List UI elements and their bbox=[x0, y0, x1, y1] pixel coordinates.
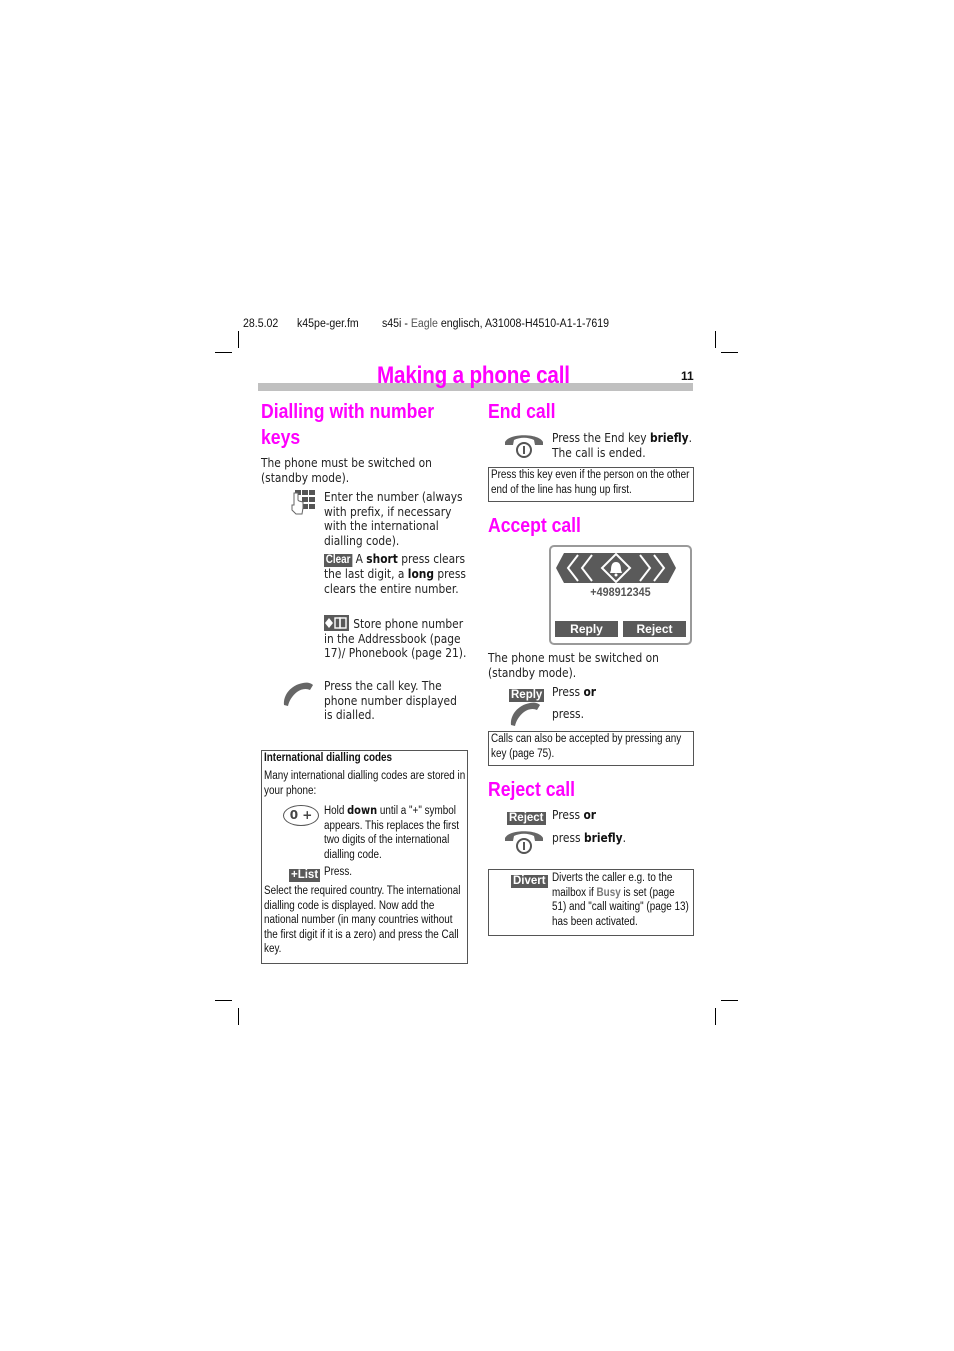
page-title: Making a phone call bbox=[377, 362, 570, 389]
list-softkey[interactable]: +List bbox=[289, 865, 321, 883]
crop-mark bbox=[715, 1008, 716, 1025]
dialling-intro: The phone must be switched on (standby m… bbox=[261, 455, 432, 485]
crop-mark bbox=[238, 331, 239, 348]
dialling-heading-line2: keys bbox=[261, 427, 301, 449]
intl-box-title: International dialling codes bbox=[264, 752, 393, 764]
accept-press-or: Press or bbox=[552, 684, 597, 700]
clear-text-long: long bbox=[407, 566, 434, 581]
end-key-icon bbox=[504, 430, 544, 460]
reject-briefly-text: briefly bbox=[583, 830, 623, 845]
clear-text-short: short bbox=[366, 551, 398, 566]
intl-hold-pre: Hold bbox=[324, 805, 348, 817]
reject-press-text: Press bbox=[552, 807, 584, 822]
step-store-number: Store phone number in the Addressbook (p… bbox=[324, 616, 467, 661]
crop-mark bbox=[721, 1000, 738, 1001]
accept-press-text: Press bbox=[552, 684, 584, 699]
crop-mark bbox=[721, 352, 738, 353]
crop-mark bbox=[215, 1000, 232, 1001]
end-call-text-bold: briefly bbox=[649, 430, 689, 445]
step-clear: Clear A short press clears the last digi… bbox=[324, 551, 468, 596]
end-call-text-pre: Press the End key bbox=[552, 430, 650, 445]
intl-box-outro: Select the required country. The interna… bbox=[264, 885, 461, 955]
screen-reply-softkey[interactable]: Reply bbox=[555, 621, 618, 637]
accept-call-heading: Accept call bbox=[488, 515, 581, 537]
header-docref: englisch, A31008-H4510-A1-1-7619 bbox=[440, 318, 610, 330]
end-key-icon bbox=[504, 826, 544, 856]
caller-number: +498912345 bbox=[590, 585, 651, 599]
dialling-heading-line1: Dialling with number bbox=[261, 401, 435, 423]
intl-box-intro: Many international dialling codes are st… bbox=[264, 770, 466, 797]
crop-mark bbox=[238, 1008, 239, 1025]
reject-press-post: . bbox=[622, 830, 626, 845]
reject-softkey-label: Reject bbox=[507, 812, 546, 825]
reject-press-pre: press bbox=[552, 830, 584, 845]
clear-text-pre: A bbox=[355, 551, 367, 566]
header-model: s45i - Eagle englisch, A31008-H4510-A1-1… bbox=[382, 318, 609, 330]
call-key-icon bbox=[508, 701, 542, 727]
list-softkey-label: +List bbox=[289, 869, 321, 882]
accept-press: press. bbox=[552, 706, 584, 721]
divert-text: Diverts the caller e.g. to the mailbox i… bbox=[552, 871, 691, 929]
end-call-heading: End call bbox=[488, 401, 556, 423]
page-number: 11 bbox=[681, 369, 694, 383]
divert-softkey-label: Divert bbox=[511, 875, 548, 888]
reject-softkey[interactable]: Reject bbox=[507, 808, 546, 826]
accept-or-text: or bbox=[583, 684, 597, 699]
intl-hold-down: down bbox=[347, 803, 378, 817]
zero-plus-key-icon[interactable]: 0 + bbox=[283, 805, 319, 826]
header-filename: k45pe-ger.fm bbox=[297, 318, 359, 330]
phone-screen: +498912345 Reply Reject bbox=[549, 545, 692, 645]
keypad-icon bbox=[290, 489, 316, 515]
reject-or-text: or bbox=[583, 807, 597, 822]
crop-mark bbox=[715, 331, 716, 348]
header-model-text: s45i - bbox=[382, 318, 411, 330]
divert-softkey[interactable]: Divert bbox=[511, 871, 548, 889]
intl-list-press: Press. bbox=[324, 866, 353, 878]
end-call-text: Press the End key briefly. The call is e… bbox=[552, 430, 694, 460]
header-date: 28.5.02 bbox=[243, 318, 279, 330]
incoming-call-bell-icon bbox=[556, 552, 676, 584]
end-call-note: Press this key even if the person on the… bbox=[491, 469, 690, 496]
reject-call-heading: Reject call bbox=[488, 779, 576, 801]
crop-mark bbox=[215, 352, 232, 353]
step-enter-number: Enter the number (always with prefix, if… bbox=[324, 489, 463, 548]
call-key-icon bbox=[281, 681, 315, 707]
accept-call-intro: The phone must be switched on (standby m… bbox=[488, 650, 659, 680]
reject-press-or: Press or bbox=[552, 807, 597, 823]
step-call-key: Press the call key. The phone number dis… bbox=[324, 678, 457, 723]
accept-call-note: Calls can also be accepted by pressing a… bbox=[491, 733, 682, 760]
screen-reject-softkey[interactable]: Reject bbox=[623, 621, 686, 637]
busy-softkey-text: Busy bbox=[596, 886, 621, 899]
header-codename: Eagle bbox=[410, 318, 438, 330]
intl-hold-text: Hold down until a "+" symbol appears. Th… bbox=[324, 803, 463, 862]
reject-press-briefly: press briefly. bbox=[552, 830, 626, 846]
